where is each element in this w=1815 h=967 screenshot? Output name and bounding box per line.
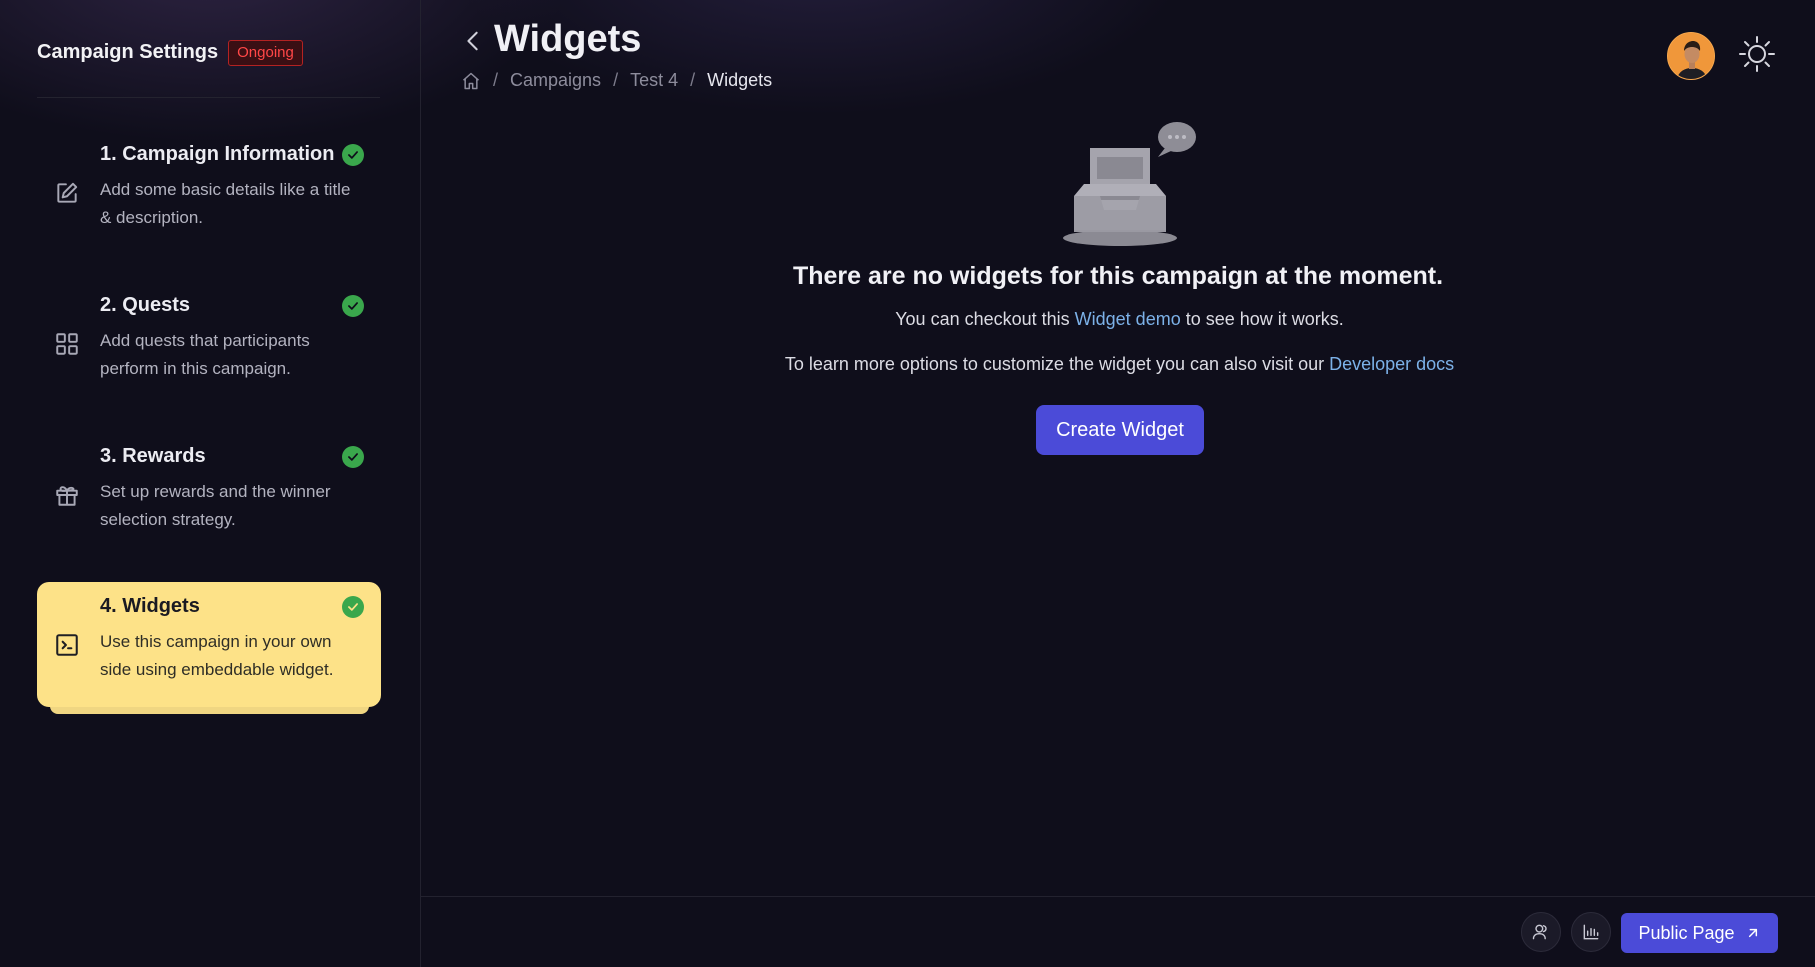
step-title: 1. Campaign Information [100, 143, 335, 165]
check-icon [342, 596, 364, 618]
sidebar: Campaign Settings Ongoing 1. Campaign In… [0, 0, 421, 967]
breadcrumb-campaigns[interactable]: Campaigns [510, 70, 601, 91]
empty-state-docs-text: To learn more options to customize the w… [421, 354, 1815, 375]
check-icon [342, 295, 364, 317]
widget-demo-link[interactable]: Widget demo [1075, 309, 1181, 329]
step-widgets[interactable]: 4. Widgets Use this campaign in your own… [37, 582, 381, 707]
step-title: 4. Widgets [100, 595, 200, 617]
developer-docs-link[interactable]: Developer docs [1329, 354, 1454, 374]
avatar[interactable] [1667, 32, 1715, 80]
check-icon [342, 446, 364, 468]
step-description: Add some basic details like a title & de… [100, 180, 351, 227]
check-icon [342, 144, 364, 166]
step-quests[interactable]: 2. Quests Add quests that participants p… [37, 281, 381, 406]
breadcrumb: / Campaigns / Test 4 / Widgets [461, 70, 772, 91]
back-icon[interactable] [462, 28, 484, 54]
sidebar-title: Campaign Settings [37, 41, 219, 63]
step-campaign-information[interactable]: 1. Campaign Information Add some basic d… [37, 130, 381, 255]
create-widget-button[interactable]: Create Widget [1036, 405, 1204, 455]
gift-icon [54, 482, 80, 508]
step-description: Set up rewards and the winner selection … [100, 482, 331, 529]
analytics-button[interactable] [1571, 912, 1611, 952]
public-page-button[interactable]: Public Page [1621, 913, 1778, 953]
home-icon[interactable] [461, 71, 481, 91]
external-link-icon [1745, 925, 1761, 941]
breadcrumb-separator: / [690, 70, 696, 90]
breadcrumb-campaign[interactable]: Test 4 [630, 70, 678, 91]
terminal-icon [54, 632, 80, 658]
breadcrumb-separator: / [493, 70, 499, 90]
sidebar-header: Campaign Settings Ongoing [37, 38, 380, 98]
step-description: Use this campaign in your own side using… [100, 632, 334, 679]
empty-state-demo-text: You can checkout this Widget demo to see… [421, 309, 1815, 330]
users-icon [1531, 922, 1551, 942]
breadcrumb-current: Widgets [707, 70, 773, 90]
participants-button[interactable] [1521, 912, 1561, 952]
page-title: Widgets [494, 18, 642, 60]
step-title: 2. Quests [100, 294, 191, 316]
step-title: 3. Rewards [100, 445, 206, 467]
breadcrumb-separator: / [613, 70, 619, 90]
empty-state-title: There are no widgets for this campaign a… [792, 262, 1444, 290]
demo-text-prefix: You can checkout this [895, 309, 1075, 329]
bar-chart-icon [1581, 922, 1601, 942]
step-description: Add quests that participants perform in … [100, 331, 310, 378]
status-badge: Ongoing [228, 40, 303, 66]
docs-text-prefix: To learn more options to customize the w… [784, 354, 1330, 374]
sun-icon[interactable] [1737, 34, 1777, 74]
step-rewards[interactable]: 3. Rewards Set up rewards and the winner… [37, 432, 381, 557]
edit-icon [54, 180, 80, 206]
public-page-label: Public Page [1638, 922, 1735, 943]
demo-text-suffix: to see how it works. [1180, 309, 1344, 329]
empty-inbox-illustration [1060, 118, 1200, 248]
grid-icon [54, 331, 80, 357]
